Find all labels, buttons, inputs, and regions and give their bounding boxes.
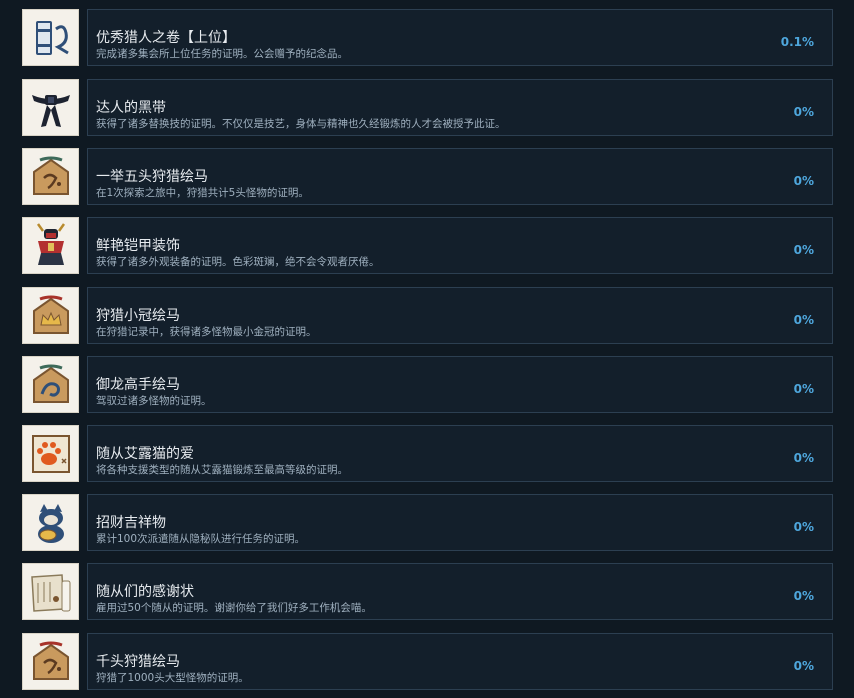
lucky-cat-icon [37, 503, 64, 543]
achievement-description: 获得了诸多外观装备的证明。色彩斑斓，绝不会令观者厌倦。 [96, 256, 380, 268]
hunter-scroll-icon [35, 20, 69, 55]
unlock-percentage: 0% [793, 382, 814, 396]
achievement-title: 一举五头狩猎绘马 [96, 169, 208, 185]
achievement-description: 在狩猎记录中，获得诸多怪物最小金冠的证明。 [96, 326, 317, 338]
achievement-row[interactable]: 鲜艳铠甲装饰 获得了诸多外观装备的证明。色彩斑斓，绝不会令观者厌倦。 0% [22, 217, 833, 274]
achievement-panel: 御龙高手绘马 驾驭过诸多怪物的证明。 0% [87, 356, 833, 413]
achievement-icon-frame [22, 425, 79, 482]
achievement-icon-frame [22, 148, 79, 205]
achievement-panel: 招财吉祥物 累计100次派遣随从隐秘队进行任务的证明。 0% [87, 494, 833, 551]
achievement-row[interactable]: 狩猎小冠绘马 在狩猎记录中，获得诸多怪物最小金冠的证明。 0% [22, 287, 833, 344]
achievement-icon-frame [22, 563, 79, 620]
achievement-description: 雇用过50个随从的证明。谢谢你给了我们好多工作机会喵。 [96, 602, 372, 614]
achievement-description: 将各种支援类型的随从艾露猫锻炼至最高等级的证明。 [96, 464, 348, 476]
achievement-title: 千头狩猎绘马 [96, 654, 180, 670]
black-belt-icon [31, 94, 70, 127]
unlock-percentage: 0% [793, 520, 814, 534]
unlock-percentage: 0% [793, 313, 814, 327]
achievement-icon-frame [22, 494, 79, 551]
achievement-description: 获得了诸多替换技的证明。不仅仅是技艺，身体与精神也久经锻炼的人才会被授予此证。 [96, 118, 506, 130]
achievement-panel: 优秀猎人之卷【上位】 完成诸多集会所上位任务的证明。公会赠予的纪念品。 0.1% [87, 9, 833, 66]
achievement-panel: 达人的黑带 获得了诸多替换技的证明。不仅仅是技艺，身体与精神也久经锻炼的人才会被… [87, 79, 833, 136]
achievement-panel: 随从们的感谢状 雇用过50个随从的证明。谢谢你给了我们好多工作机会喵。 0% [87, 563, 833, 620]
achievement-icon-frame [22, 79, 79, 136]
unlock-percentage: 0% [793, 659, 814, 673]
achievement-title: 达人的黑带 [96, 100, 166, 116]
achievement-panel: 鲜艳铠甲装饰 获得了诸多外观装备的证明。色彩斑斓，绝不会令观者厌倦。 0% [87, 217, 833, 274]
samurai-armor-icon [36, 222, 65, 265]
thousand-ema-icon [32, 641, 69, 680]
achievement-icon-frame [22, 217, 79, 274]
achievement-icon-frame [22, 287, 79, 344]
achievement-panel: 一举五头狩猎绘马 在1次探索之旅中，狩猎共计5头怪物的证明。 0% [87, 148, 833, 205]
achievement-title: 招财吉祥物 [96, 515, 166, 531]
achievement-title: 随从艾露猫的爱 [96, 446, 194, 462]
thank-you-letter-icon [30, 573, 70, 612]
achievement-row[interactable]: 千头狩猎绘马 狩猎了1000头大型怪物的证明。 0% [22, 633, 833, 690]
achievement-description: 完成诸多集会所上位任务的证明。公会赠予的纪念品。 [96, 48, 348, 60]
achievement-title: 随从们的感谢状 [96, 584, 194, 600]
achievement-icon-frame [22, 633, 79, 690]
achievement-title: 御龙高手绘马 [96, 377, 180, 393]
unlock-percentage: 0% [793, 243, 814, 257]
achievement-description: 驾驭过诸多怪物的证明。 [96, 395, 212, 407]
achievement-description: 累计100次派遣随从隐秘队进行任务的证明。 [96, 533, 306, 545]
unlock-percentage: 0% [793, 589, 814, 603]
achievement-title: 优秀猎人之卷【上位】 [96, 30, 236, 46]
achievement-row[interactable]: 随从艾露猫的爱 将各种支援类型的随从艾露猫锻炼至最高等级的证明。 0% [22, 425, 833, 482]
achievement-row[interactable]: 优秀猎人之卷【上位】 完成诸多集会所上位任务的证明。公会赠予的纪念品。 0.1% [22, 9, 833, 66]
achievement-list: 优秀猎人之卷【上位】 完成诸多集会所上位任务的证明。公会赠予的纪念品。 0.1%… [0, 0, 854, 698]
achievement-title: 鲜艳铠甲装饰 [96, 238, 180, 254]
achievement-row[interactable]: 达人的黑带 获得了诸多替换技的证明。不仅仅是技艺，身体与精神也久经锻炼的人才会被… [22, 79, 833, 136]
achievement-panel: 狩猎小冠绘马 在狩猎记录中，获得诸多怪物最小金冠的证明。 0% [87, 287, 833, 344]
crown-ema-icon [32, 295, 69, 334]
ema-plaque-icon [32, 156, 69, 195]
achievement-row[interactable]: 随从们的感谢状 雇用过50个随从的证明。谢谢你给了我们好多工作机会喵。 0% [22, 563, 833, 620]
unlock-percentage: 0% [793, 105, 814, 119]
achievement-panel: 千头狩猎绘马 狩猎了1000头大型怪物的证明。 0% [87, 633, 833, 690]
achievement-description: 狩猎了1000头大型怪物的证明。 [96, 672, 249, 684]
unlock-percentage: 0% [793, 451, 814, 465]
achievement-title: 狩猎小冠绘马 [96, 308, 180, 324]
achievement-icon-frame [22, 356, 79, 413]
achievement-icon-frame [22, 9, 79, 66]
dragon-ema-icon [32, 364, 69, 403]
achievement-row[interactable]: 御龙高手绘马 驾驭过诸多怪物的证明。 0% [22, 356, 833, 413]
achievement-description: 在1次探索之旅中，狩猎共计5头怪物的证明。 [96, 187, 309, 199]
unlock-percentage: 0.1% [780, 35, 814, 49]
paw-print-icon [31, 434, 70, 473]
achievement-row[interactable]: 招财吉祥物 累计100次派遣随从隐秘队进行任务的证明。 0% [22, 494, 833, 551]
unlock-percentage: 0% [793, 174, 814, 188]
achievement-row[interactable]: 一举五头狩猎绘马 在1次探索之旅中，狩猎共计5头怪物的证明。 0% [22, 148, 833, 205]
achievement-panel: 随从艾露猫的爱 将各种支援类型的随从艾露猫锻炼至最高等级的证明。 0% [87, 425, 833, 482]
